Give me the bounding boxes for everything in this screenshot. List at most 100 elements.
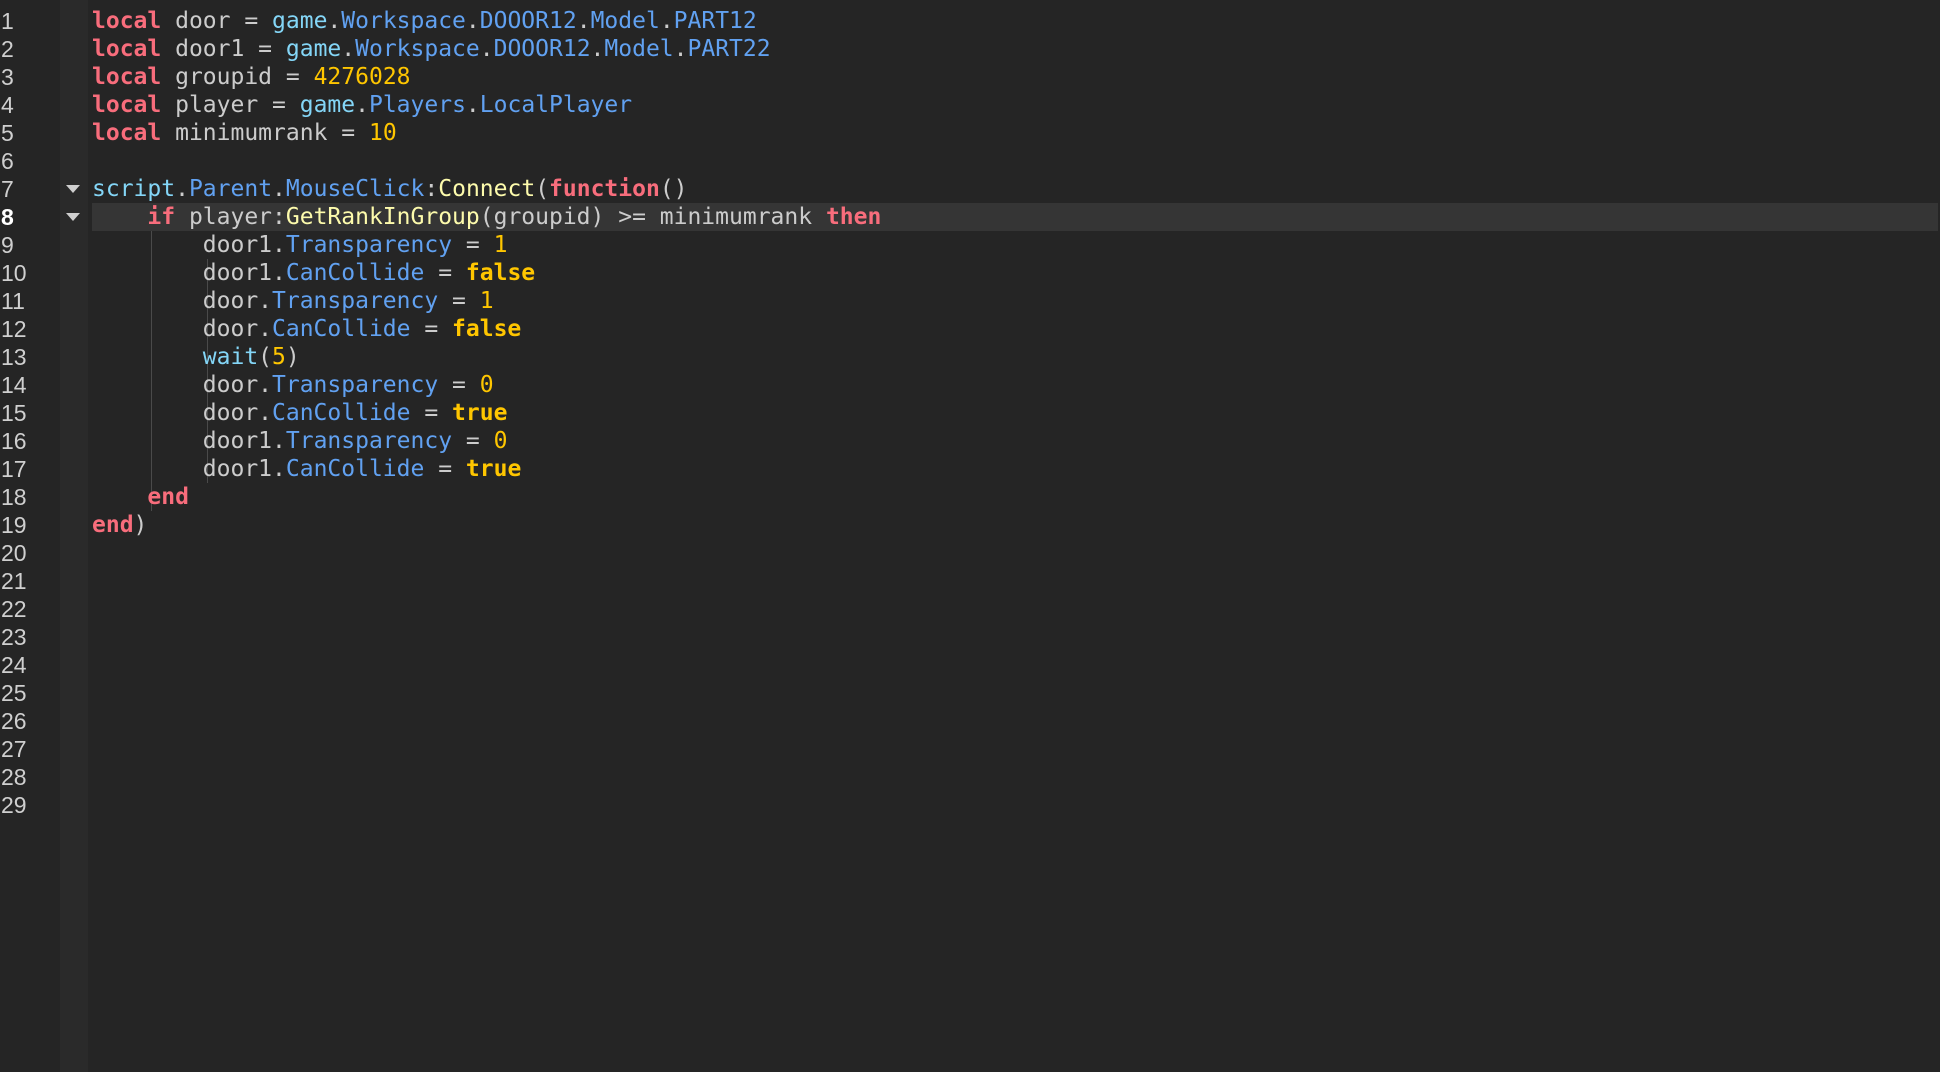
code-token: Transparency: [272, 372, 439, 398]
code-editor[interactable]: 1 2 3 4 5 6 7 8 9 10 11 12 13 14 15 16 17 18 19 20 21 22 23 24 2…: [0, 0, 1940, 1072]
chevron-down-icon[interactable]: [66, 213, 80, 221]
code-token: =: [452, 428, 494, 454]
code-line[interactable]: wait(5): [92, 343, 300, 371]
code-line[interactable]: local player = game.Players.LocalPlayer: [92, 91, 632, 119]
line-number: 7: [1, 176, 14, 202]
code-line[interactable]: door1.Transparency = 1: [92, 231, 508, 259]
code-token: =: [452, 232, 494, 258]
line-number: 16: [1, 428, 27, 454]
code-token: Model: [604, 36, 674, 62]
code-token: :: [424, 176, 439, 202]
line-number: 24: [1, 652, 27, 678]
line-number: 1: [1, 8, 14, 34]
code-token: false: [465, 260, 536, 286]
line-number: 28: [1, 764, 27, 790]
fold-gutter[interactable]: [60, 0, 88, 1072]
line-number: 23: [1, 624, 27, 650]
code-line[interactable]: end: [92, 483, 189, 511]
code-line[interactable]: local door1 = game.Workspace.DOOOR12.Mod…: [92, 35, 771, 63]
code-line[interactable]: script.Parent.MouseClick:Connect(functio…: [92, 175, 688, 203]
code-token: Model: [590, 8, 660, 34]
code-token: CanCollide: [272, 400, 411, 426]
code-token: groupid =: [161, 64, 314, 90]
code-token: PART22: [687, 36, 771, 62]
code-token: .: [659, 8, 674, 34]
code-token: true: [465, 456, 522, 482]
code-token: wait: [202, 344, 259, 370]
code-token: =: [438, 288, 480, 314]
code-line[interactable]: door.CanCollide = true: [92, 399, 508, 427]
code-token: PART12: [673, 8, 757, 34]
code-line[interactable]: door.Transparency = 1: [92, 287, 494, 315]
code-token: .: [341, 36, 356, 62]
code-token: script: [92, 176, 176, 202]
code-line[interactable]: if player:GetRankInGroup(groupid) >= min…: [92, 203, 881, 231]
code-token: .: [272, 176, 286, 202]
code-token: then: [825, 204, 882, 230]
code-token: local: [92, 92, 162, 118]
code-token: local: [92, 64, 162, 90]
code-token: function: [549, 176, 660, 202]
code-token: =: [424, 260, 466, 286]
code-token: .: [175, 176, 189, 202]
code-token: =: [424, 456, 466, 482]
code-token: (: [535, 176, 550, 202]
code-token: CanCollide: [285, 456, 425, 482]
code-line[interactable]: end): [92, 511, 147, 539]
code-token: door1.: [92, 428, 286, 454]
code-token: local: [92, 8, 162, 34]
code-line[interactable]: local groupid = 4276028: [92, 63, 411, 91]
code-token: CanCollide: [285, 260, 425, 286]
code-token: MouseClick: [285, 176, 425, 202]
code-line[interactable]: local door = game.Workspace.DOOOR12.Mode…: [92, 7, 757, 35]
code-token: 4276028: [313, 64, 411, 90]
code-token: (groupid) >= minimumrank: [479, 204, 826, 230]
line-number: 8: [1, 204, 14, 230]
line-number: 18: [1, 484, 27, 510]
code-token: 10: [368, 120, 397, 146]
line-number: 20: [1, 540, 27, 566]
line-number: 9: [1, 232, 14, 258]
line-number: 13: [1, 344, 27, 370]
code-line[interactable]: door1.CanCollide = true: [92, 455, 522, 483]
code-token: door.: [92, 372, 273, 398]
code-token: door =: [161, 8, 273, 34]
code-token: CanCollide: [272, 316, 411, 342]
code-token: Transparency: [272, 288, 439, 314]
line-number: 6: [1, 148, 14, 174]
code-line[interactable]: door.CanCollide = false: [92, 315, 522, 343]
line-number: 21: [1, 568, 27, 594]
code-token: game: [272, 8, 328, 34]
code-token: minimumrank =: [161, 120, 369, 146]
code-line[interactable]: local minimumrank = 10: [92, 119, 397, 147]
line-number: 14: [1, 372, 27, 398]
code-line[interactable]: door1.Transparency = 0: [92, 427, 508, 455]
code-token: player:: [175, 204, 286, 230]
code-line[interactable]: door1.CanCollide = false: [92, 259, 535, 287]
line-number: 29: [1, 792, 27, 818]
code-token: .: [465, 8, 480, 34]
code-line[interactable]: door.Transparency = 0: [92, 371, 494, 399]
code-token: door.: [92, 400, 273, 426]
code-token: .: [465, 92, 480, 118]
line-number: 27: [1, 736, 27, 762]
code-token: =: [410, 400, 453, 426]
line-number: 5: [1, 120, 14, 146]
code-token: Players: [368, 92, 466, 118]
line-number: 17: [1, 456, 27, 482]
code-token: Transparency: [285, 428, 453, 454]
code-token: if: [147, 204, 176, 230]
code-token: =: [410, 316, 453, 342]
code-token: Transparency: [285, 232, 453, 258]
code-token: ): [285, 344, 300, 370]
code-area[interactable]: local door = game.Workspace.DOOOR12.Mode…: [92, 0, 1940, 1072]
code-token: player =: [161, 92, 300, 118]
code-token: GetRankInGroup: [285, 204, 480, 230]
code-token: LocalPlayer: [479, 92, 633, 118]
line-number: 15: [1, 400, 27, 426]
code-token: 1: [479, 288, 494, 314]
code-token: door.: [92, 316, 273, 342]
code-token: 0: [493, 428, 508, 454]
chevron-down-icon[interactable]: [66, 185, 80, 193]
